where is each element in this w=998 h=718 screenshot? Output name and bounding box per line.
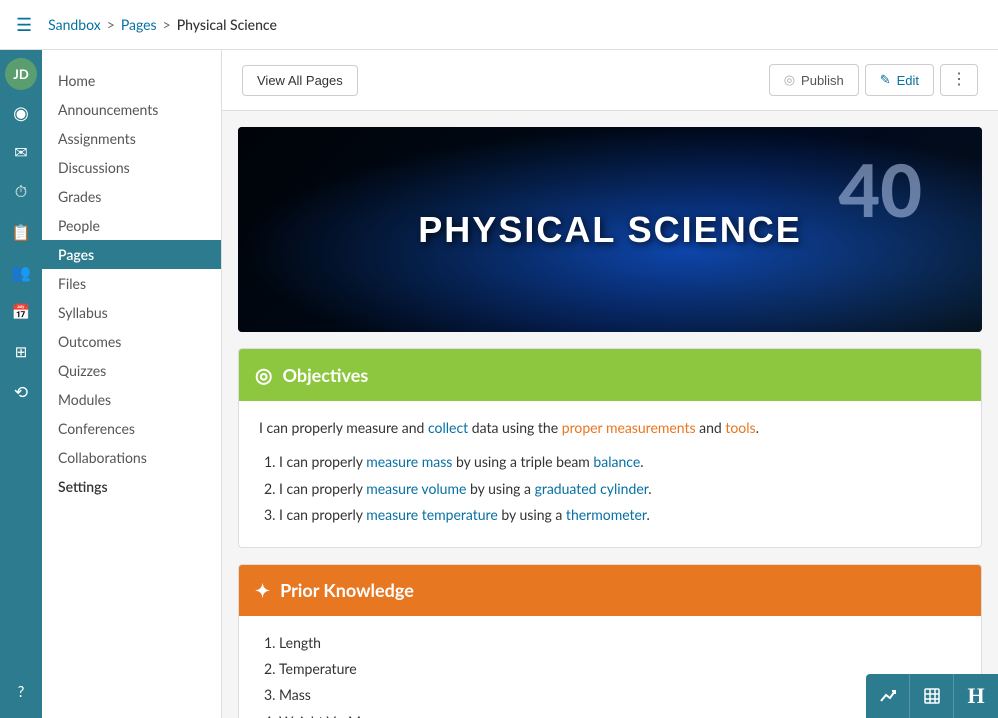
breadcrumb-sep-1: > — [107, 16, 115, 33]
publish-button[interactable]: ◎ Publish — [769, 64, 859, 96]
publish-icon: ◎ — [784, 72, 795, 88]
prior-knowledge-heading: Prior Knowledge — [280, 579, 414, 601]
user-avatar[interactable]: JD — [5, 58, 37, 90]
prior-knowledge-icon: ✦ — [255, 579, 270, 602]
top-bar: ☰ Sandbox > Pages > Physical Science — [0, 0, 998, 50]
edit-label: Edit — [897, 73, 919, 88]
sidebar-item-files[interactable]: Files — [42, 269, 221, 298]
list-item: Mass — [279, 684, 961, 706]
prior-knowledge-header: ✦ Prior Knowledge — [239, 565, 981, 616]
sidebar-item-pages[interactable]: Pages — [42, 240, 221, 269]
hero-image: 40 PHYSICAL SCIENCE — [238, 127, 982, 332]
list-item: I can properly measure volume by using a… — [279, 478, 961, 500]
hero-number: 40 — [838, 147, 922, 233]
breadcrumb: Sandbox > Pages > Physical Science — [48, 16, 277, 33]
sidebar-item-outcomes[interactable]: Outcomes — [42, 327, 221, 356]
import-icon[interactable]: ⟲ — [3, 374, 39, 410]
content-header: View All Pages ◎ Publish ✎ Edit ⋮ — [222, 50, 998, 111]
icon-nav: JD ◉ ✉ ⏱ 📋 👥 📅 ⊞ ⟲ ? — [0, 50, 42, 718]
help-icon[interactable]: ? — [3, 674, 39, 710]
heading-button[interactable]: H — [954, 674, 998, 718]
history-icon[interactable]: ⏱ — [3, 174, 39, 210]
sidebar-item-people[interactable]: People — [42, 211, 221, 240]
sidebar-item-assignments[interactable]: Assignments — [42, 124, 221, 153]
breadcrumb-sep-2: > — [163, 16, 171, 33]
header-actions: ◎ Publish ✎ Edit ⋮ — [769, 64, 978, 96]
layout: JD ◉ ✉ ⏱ 📋 👥 📅 ⊞ ⟲ ? Home Announcements … — [0, 50, 998, 718]
sidebar-item-discussions[interactable]: Discussions — [42, 153, 221, 182]
objectives-header: ◎ Objectives — [239, 349, 981, 401]
calendar-icon[interactable]: 📅 — [3, 294, 39, 330]
list-item: Length — [279, 632, 961, 654]
sidebar-item-syllabus[interactable]: Syllabus — [42, 298, 221, 327]
bottom-toolbar: H — [866, 674, 998, 718]
table-button[interactable] — [910, 674, 954, 718]
dashboard-icon[interactable]: ⊞ — [3, 334, 39, 370]
courses-icon[interactable]: ◉ — [3, 94, 39, 130]
objectives-intro: I can properly measure and collect data … — [259, 417, 961, 439]
chart-button[interactable] — [866, 674, 910, 718]
view-all-pages-button[interactable]: View All Pages — [242, 65, 358, 96]
sidebar-item-grades[interactable]: Grades — [42, 182, 221, 211]
objectives-body: I can properly measure and collect data … — [239, 401, 981, 547]
inbox-icon[interactable]: ✉ — [3, 134, 39, 170]
list-item: I can properly measure temperature by us… — [279, 504, 961, 526]
publish-label: Publish — [801, 73, 844, 88]
sidebar-item-modules[interactable]: Modules — [42, 385, 221, 414]
objectives-heading: Objectives — [282, 364, 368, 386]
hero-title: PHYSICAL SCIENCE — [418, 209, 801, 251]
more-options-button[interactable]: ⋮ — [940, 64, 978, 96]
people-icon[interactable]: 👥 — [3, 254, 39, 290]
sidebar-item-quizzes[interactable]: Quizzes — [42, 356, 221, 385]
sidebar-item-settings[interactable]: Settings — [42, 472, 221, 501]
breadcrumb-current: Physical Science — [177, 16, 277, 33]
gradebook-icon[interactable]: 📋 — [3, 214, 39, 250]
list-item: I can properly measure mass by using a t… — [279, 451, 961, 473]
list-item: Weight Vs. Mass — [279, 711, 961, 718]
hamburger-icon[interactable]: ☰ — [16, 13, 32, 36]
sidebar-item-home[interactable]: Home — [42, 66, 221, 95]
objectives-section: ◎ Objectives I can properly measure and … — [238, 348, 982, 548]
objectives-icon: ◎ — [255, 363, 272, 387]
breadcrumb-pages[interactable]: Pages — [121, 16, 157, 33]
edit-icon: ✎ — [880, 72, 891, 88]
sidebar-item-announcements[interactable]: Announcements — [42, 95, 221, 124]
sidebar: Home Announcements Assignments Discussio… — [42, 50, 222, 718]
edit-button[interactable]: ✎ Edit — [865, 64, 934, 96]
main-content: View All Pages ◎ Publish ✎ Edit ⋮ 40 — [222, 50, 998, 718]
sidebar-item-conferences[interactable]: Conferences — [42, 414, 221, 443]
breadcrumb-sandbox[interactable]: Sandbox — [48, 16, 101, 33]
list-item: Temperature — [279, 658, 961, 680]
sidebar-item-collaborations[interactable]: Collaborations — [42, 443, 221, 472]
page-content: 40 PHYSICAL SCIENCE ◎ Objectives I can p… — [222, 111, 998, 718]
